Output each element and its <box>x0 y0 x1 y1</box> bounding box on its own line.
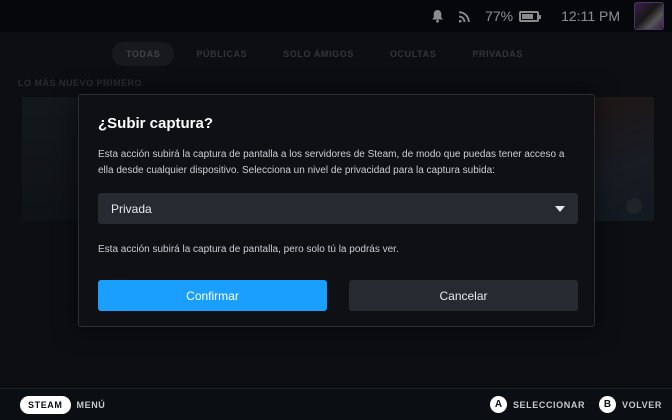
chevron-down-icon <box>555 205 565 212</box>
confirm-button[interactable]: Confirmar <box>98 280 327 311</box>
dialog-buttons: Confirmar Cancelar <box>98 280 578 311</box>
menu-label: MENÚ <box>76 399 106 410</box>
b-button-icon: B <box>599 396 617 413</box>
dialog-description: Esta acción subirá la captura de pantall… <box>98 149 565 176</box>
cancel-button[interactable]: Cancelar <box>349 280 578 311</box>
privacy-level-dropdown[interactable]: Privada <box>98 193 578 224</box>
steam-button[interactable]: STEAM <box>20 395 71 414</box>
upload-screenshot-dialog: ¿Subir captura? Esta acción subirá la ca… <box>78 94 595 327</box>
privacy-note: Esta acción subirá la captura de pantall… <box>98 244 399 255</box>
privacy-level-value: Privada <box>111 201 152 216</box>
back-hint[interactable]: B VOLVER <box>599 396 662 413</box>
back-label: VOLVER <box>622 399 662 410</box>
footer-bar: STEAM MENÚ A SELECCIONAR B VOLVER <box>0 388 672 420</box>
select-label: SELECCIONAR <box>512 399 586 410</box>
select-hint[interactable]: A SELECCIONAR <box>489 396 586 413</box>
a-button-icon: A <box>489 396 507 413</box>
dialog-title: ¿Subir captura? <box>98 115 214 132</box>
